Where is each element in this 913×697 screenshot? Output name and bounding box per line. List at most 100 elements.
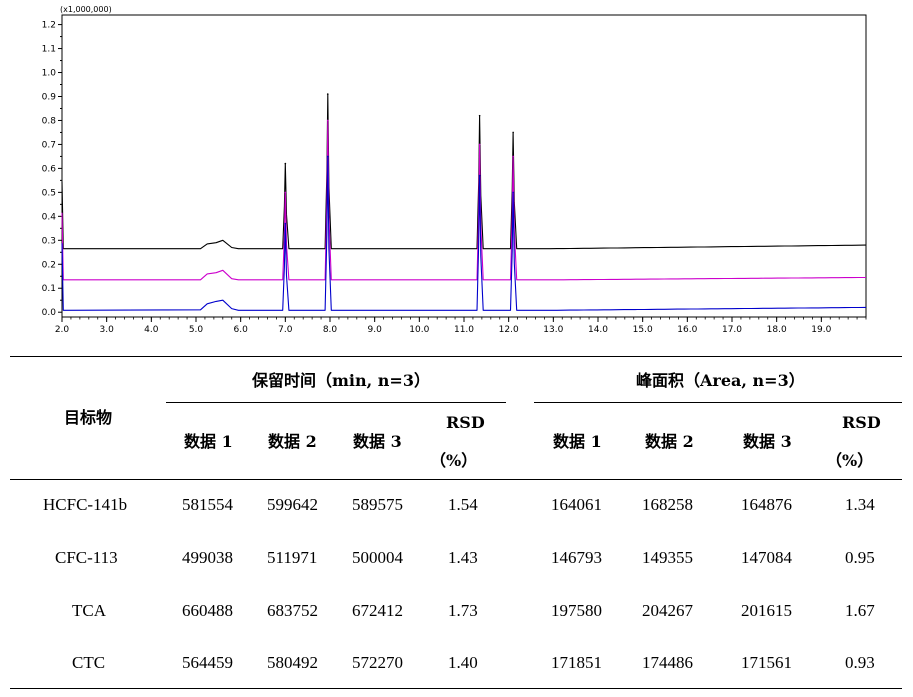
rt-group-header: 保留时间（min, n=3） <box>252 371 430 390</box>
y-tick-label: 0.2 <box>42 260 56 270</box>
table-cell: 201615 <box>741 601 792 620</box>
table-cell: 580492 <box>267 653 318 672</box>
x-tick-label: 11.0 <box>454 325 474 335</box>
y-axis: 0.0 0.1 0.2 0.3 0.4 0.5 0.6 0.7 0.8 0.9 1.0 1.1 1.2 <box>42 21 62 318</box>
x-tick-label: 8.0 <box>323 325 338 335</box>
rt-rsd-header: RSD <box>446 413 485 432</box>
peak-point-3-2 <box>326 155 329 158</box>
table-row-name: CFC-113 <box>55 548 118 567</box>
peak-point-1-1 <box>284 162 287 165</box>
rt-header-1: 数据 1 <box>184 432 233 451</box>
y-tick-label: 1.0 <box>42 69 57 79</box>
x-tick-label: 10.0 <box>409 325 429 335</box>
x-axis: 2.0 3.0 4.0 5.0 6.0 7.0 8.0 9.0 10.0 11.0 12.0 13.0… <box>55 317 867 335</box>
table-cell: 197580 <box>551 601 602 620</box>
x-tick-label: 18.0 <box>767 325 787 335</box>
peak-point-2-1 <box>284 191 287 194</box>
area-group-header: 峰面积（Area, n=3） <box>636 371 805 390</box>
table-cell: 1.34 <box>845 495 875 514</box>
peak-point-3-4 <box>512 191 514 194</box>
x-tick-label: 12.0 <box>499 325 519 335</box>
area-group-rule <box>534 402 902 403</box>
table-cell: 164876 <box>741 495 792 514</box>
series-line-2 <box>61 119 866 281</box>
table-cell: 1.54 <box>448 495 478 514</box>
y-tick-label: 0.8 <box>42 116 57 126</box>
table-cell: 1.73 <box>448 601 478 620</box>
peak-point-2-2 <box>326 119 329 122</box>
area-header-3: 数据 3 <box>743 432 792 451</box>
x-tick-label: 2.0 <box>55 325 70 335</box>
y-tick-label: 0.1 <box>42 284 56 294</box>
table-cell: 660488 <box>182 601 233 620</box>
y-tick-label: 0.4 <box>42 212 57 222</box>
x-tick-label: 6.0 <box>234 325 249 335</box>
series-layer <box>61 93 866 311</box>
chromatogram-chart: (x1,000,000) 0.0 0.1 0.2 0.3 0.4 0.5 0.6 0.7 0.8… <box>42 5 867 335</box>
rt-group-rule <box>166 402 506 403</box>
table-row-name: HCFC-141b <box>43 495 128 514</box>
table-cell: 171561 <box>741 653 792 672</box>
table-cell: 204267 <box>642 601 693 620</box>
area-header-2: 数据 2 <box>645 432 694 451</box>
x-tick-label: 15.0 <box>633 325 653 335</box>
table-cell: 149355 <box>642 548 693 567</box>
y-tick-label: 1.1 <box>42 45 56 55</box>
table-bottom-rule <box>10 688 902 689</box>
peak-point-3-3 <box>478 174 481 177</box>
table-cell: 1.40 <box>448 653 478 672</box>
table-cell: 672412 <box>352 601 403 620</box>
y-scale-label: (x1,000,000) <box>60 5 112 14</box>
plot-frame <box>61 14 867 318</box>
series-line-3 <box>61 155 866 311</box>
table-row-name: TCA <box>72 601 106 620</box>
x-tick-label: 13.0 <box>543 325 563 335</box>
y-tick-label: 0.6 <box>42 164 57 174</box>
table-cell: 164061 <box>551 495 602 514</box>
peak-point-2-3 <box>478 143 481 146</box>
area-header-1: 数据 1 <box>553 432 602 451</box>
table-cell: 146793 <box>551 548 602 567</box>
table-cell: 500004 <box>352 548 403 567</box>
x-tick-label: 7.0 <box>278 325 293 335</box>
table-cell: 1.67 <box>845 601 875 620</box>
x-tick-label: 14.0 <box>588 325 608 335</box>
table-cell: 499038 <box>182 548 233 567</box>
rt-rsd-unit: （%） <box>430 451 478 470</box>
x-tick-label: 19.0 <box>811 325 831 335</box>
table-cell: 0.93 <box>845 653 875 672</box>
peak-point-1-3 <box>478 114 481 117</box>
x-tick-label: 4.0 <box>144 325 159 335</box>
table-cell: 168258 <box>642 495 693 514</box>
table-cell: 581554 <box>182 495 233 514</box>
target-header: 目标物 <box>64 408 113 427</box>
peak-point-1-4 <box>512 131 514 134</box>
table-cell: 564459 <box>182 653 233 672</box>
table-cell: 683752 <box>267 601 318 620</box>
table-cell: 171851 <box>551 653 602 672</box>
y-tick-label: 0.9 <box>42 92 57 102</box>
y-tick-label: 0.7 <box>42 140 56 150</box>
peak-point-1-2 <box>326 93 329 95</box>
table-cell: 511971 <box>267 548 318 567</box>
area-rsd-header: RSD <box>842 413 881 432</box>
rt-header-3: 数据 3 <box>353 432 402 451</box>
x-tick-label: 17.0 <box>722 325 742 335</box>
y-tick-label: 0.0 <box>42 308 57 318</box>
series-line-1 <box>61 93 866 250</box>
x-tick-label: 3.0 <box>100 325 115 335</box>
header-bottom-rule <box>10 479 902 480</box>
peak-point-2-4 <box>512 155 514 158</box>
table-top-rule <box>10 356 902 357</box>
table-cell: 0.95 <box>845 548 875 567</box>
peak-point-3-1 <box>284 222 287 225</box>
table-cell: 174486 <box>642 653 693 672</box>
x-tick-label: 9.0 <box>368 325 383 335</box>
table-cell: 147084 <box>741 548 792 567</box>
area-rsd-unit: （%） <box>826 451 874 470</box>
table-cell: 1.43 <box>448 548 478 567</box>
y-tick-label: 0.3 <box>42 236 56 246</box>
table-row-name: CTC <box>72 653 106 672</box>
y-tick-label: 1.2 <box>42 21 56 31</box>
table-cell: 572270 <box>352 653 403 672</box>
